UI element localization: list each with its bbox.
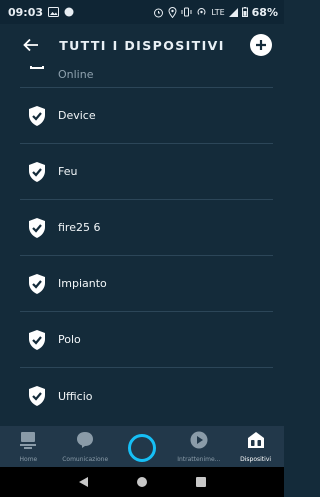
nav-label: Comunicazione bbox=[62, 456, 109, 463]
nav-label: Intrattenime... bbox=[177, 456, 221, 463]
bottom-nav: Home Comunicazione Intrattenime... Dispo… bbox=[0, 426, 284, 467]
system-recents-icon[interactable] bbox=[195, 473, 207, 492]
device-list: Online Device Feu fire25 6 Impianto Polo bbox=[0, 66, 284, 426]
list-item-ufficio[interactable]: Ufficio bbox=[20, 368, 273, 424]
dot-notification-icon bbox=[64, 7, 74, 17]
list-item-fire25[interactable]: fire25 6 bbox=[20, 200, 273, 256]
list-item-impianto[interactable]: Impianto bbox=[20, 256, 273, 312]
nav-home[interactable]: Home bbox=[0, 426, 57, 467]
device-name: Impianto bbox=[58, 277, 107, 290]
list-item-feu[interactable]: Feu bbox=[20, 144, 273, 200]
app-header: TUTTI I DISPOSITIVI bbox=[0, 24, 284, 66]
network-type: LTE bbox=[211, 7, 225, 17]
list-item-device[interactable]: Device bbox=[20, 88, 273, 144]
system-nav-bar bbox=[0, 467, 284, 497]
system-back-icon[interactable] bbox=[77, 473, 89, 492]
nav-dispositivi[interactable]: Dispositivi bbox=[227, 426, 284, 467]
shield-check-icon bbox=[26, 385, 48, 407]
plus-icon bbox=[256, 40, 266, 50]
alexa-ring-icon bbox=[127, 434, 156, 462]
list-item-partial[interactable]: Online bbox=[20, 66, 273, 88]
back-arrow-icon bbox=[23, 38, 38, 52]
device-name: Ufficio bbox=[58, 389, 93, 403]
hotspot-icon bbox=[196, 7, 207, 17]
device-name: Polo bbox=[58, 333, 81, 346]
nav-comunicazione[interactable]: Comunicazione bbox=[57, 426, 114, 467]
shield-check-icon bbox=[26, 217, 48, 239]
battery-icon bbox=[241, 7, 248, 17]
device-icon bbox=[30, 66, 44, 69]
back-button[interactable] bbox=[20, 35, 42, 55]
status-bar: 09:03 LTE 68% bbox=[0, 0, 284, 24]
add-device-button[interactable] bbox=[250, 34, 272, 56]
nav-alexa[interactable] bbox=[114, 426, 171, 467]
status-time: 09:03 bbox=[8, 5, 44, 19]
shield-check-icon bbox=[26, 105, 48, 127]
alarm-icon bbox=[153, 7, 164, 18]
play-icon bbox=[190, 431, 208, 453]
devices-icon bbox=[247, 431, 265, 453]
home-icon bbox=[19, 431, 37, 453]
battery-percent: 68% bbox=[251, 5, 278, 19]
nav-intrattenimento[interactable]: Intrattenime... bbox=[170, 426, 227, 467]
device-name: Feu bbox=[58, 165, 78, 178]
nav-label: Home bbox=[19, 456, 38, 463]
system-home-icon[interactable] bbox=[136, 473, 148, 492]
page-title: TUTTI I DISPOSITIVI bbox=[59, 37, 225, 53]
shield-check-icon bbox=[26, 329, 48, 351]
signal-icon bbox=[228, 7, 238, 17]
device-name: fire25 6 bbox=[58, 221, 101, 234]
shield-check-icon bbox=[26, 273, 48, 295]
shield-check-icon bbox=[26, 161, 48, 183]
chat-bubble-icon bbox=[76, 431, 94, 453]
device-name: Device bbox=[58, 109, 96, 122]
vibrate-icon bbox=[181, 7, 192, 17]
location-icon bbox=[168, 6, 177, 18]
device-status-label: Online bbox=[58, 68, 94, 81]
nav-label: Dispositivi bbox=[240, 456, 272, 463]
image-notification-icon bbox=[48, 7, 60, 17]
list-item-polo[interactable]: Polo bbox=[20, 312, 273, 368]
